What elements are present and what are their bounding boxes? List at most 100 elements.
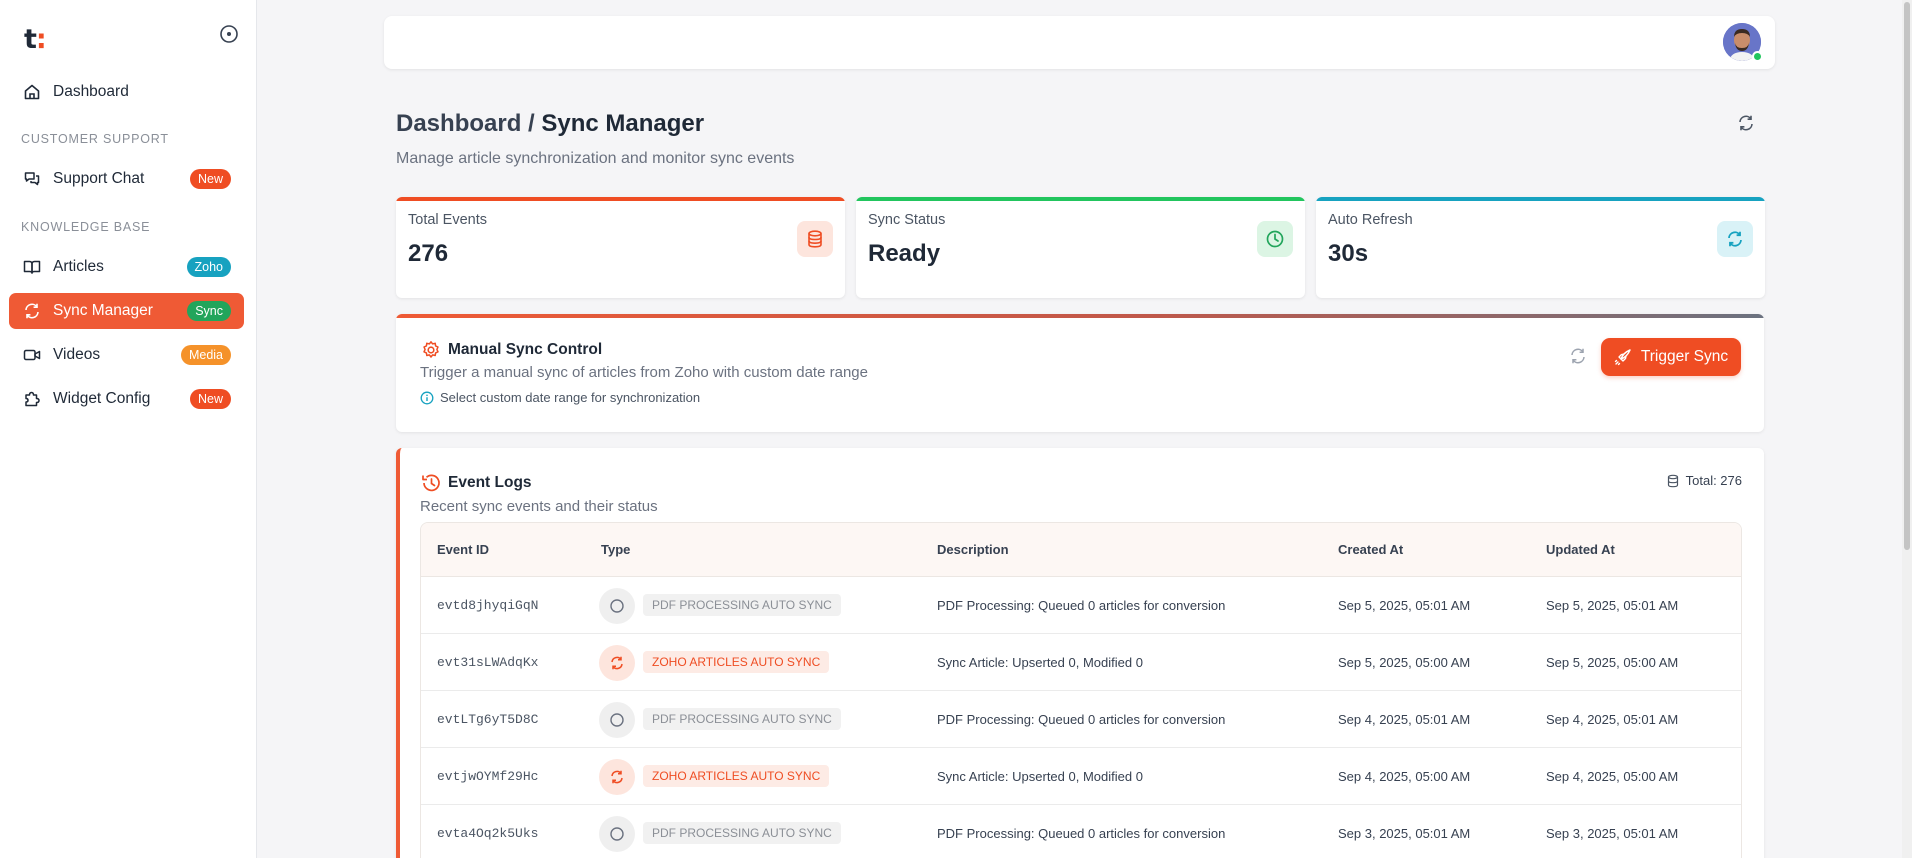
updated-at: Sep 5, 2025, 05:00 AM: [1546, 655, 1679, 670]
column-header[interactable]: Description: [937, 542, 1009, 557]
breadcrumb-current: Sync Manager: [541, 110, 705, 137]
sync-badge: Sync: [187, 301, 231, 321]
stat-card-total-events: Total Events 276: [396, 197, 845, 298]
sidebar-item-support-chat[interactable]: Support Chat New: [9, 161, 244, 197]
sidebar-item-label: Dashboard: [53, 83, 129, 100]
page-subtitle: Manage article synchronization and monit…: [396, 150, 795, 167]
breadcrumb-parent[interactable]: Dashboard /: [396, 110, 541, 137]
top-bar: [384, 16, 1775, 69]
video-icon: [22, 345, 42, 365]
sidebar-item-label: Widget Config: [53, 390, 151, 407]
event-id: evtd8jhyqiGqN: [437, 598, 539, 613]
sidebar-item-articles[interactable]: Articles Zoho: [9, 249, 244, 285]
updated-at: Sep 4, 2025, 05:00 AM: [1546, 769, 1679, 784]
updated-at: Sep 5, 2025, 05:01 AM: [1546, 598, 1679, 613]
sync-icon: [599, 645, 635, 681]
created-at: Sep 5, 2025, 05:00 AM: [1338, 655, 1471, 670]
column-header[interactable]: Created At: [1338, 542, 1403, 557]
event-logs-card: Event Logs Recent sync events and their …: [396, 448, 1764, 858]
sync-icon: [22, 301, 42, 321]
card-accent-bar: [1316, 197, 1765, 201]
sidebar-item-label: Videos: [53, 346, 101, 363]
type-tag: PDF PROCESSING AUTO SYNC: [643, 708, 841, 730]
pending-icon: [599, 588, 635, 624]
sidebar-item-videos[interactable]: Videos Media: [9, 337, 244, 373]
home-icon: [22, 82, 42, 102]
event-logs-description: Recent sync events and their status: [420, 498, 658, 515]
app-logo[interactable]: t:: [24, 24, 47, 55]
manual-sync-description: Trigger a manual sync of articles from Z…: [420, 364, 868, 381]
sidebar-item-dashboard[interactable]: Dashboard: [9, 74, 244, 110]
stat-value: 30s: [1328, 240, 1369, 267]
collapse-sidebar-icon[interactable]: [219, 24, 239, 44]
stat-card-sync-status: Sync Status Ready: [856, 197, 1305, 298]
card-accent-bar: [396, 197, 845, 201]
table-row[interactable]: evt31sLWAdqKx ZOHO ARTICLES AUTO SYNC Sy…: [421, 634, 1741, 691]
table-header: Event ID Type Description Created At Upd…: [421, 523, 1741, 577]
updated-at: Sep 4, 2025, 05:01 AM: [1546, 712, 1679, 727]
event-logs-title: Event Logs: [420, 472, 532, 494]
manual-sync-title: Manual Sync Control: [420, 339, 602, 361]
manual-sync-hint: Select custom date range for synchroniza…: [420, 390, 700, 405]
zoho-badge: Zoho: [186, 257, 231, 277]
media-badge: Media: [180, 345, 231, 365]
type-tag: PDF PROCESSING AUTO SYNC: [643, 594, 841, 616]
pending-icon: [599, 702, 635, 738]
column-header[interactable]: Event ID: [437, 542, 489, 557]
event-description: PDF Processing: Queued 0 articles for co…: [937, 826, 1226, 841]
database-icon: [1666, 474, 1680, 488]
stat-card-auto-refresh: Auto Refresh 30s: [1316, 197, 1765, 298]
table-row[interactable]: evta4Oq2k5Uks PDF PROCESSING AUTO SYNC P…: [421, 805, 1741, 858]
sidebar: t: Dashboard CUSTOMER SUPPORT Support Ch…: [0, 0, 257, 858]
event-description: PDF Processing: Queued 0 articles for co…: [937, 712, 1226, 727]
section-customer-support: CUSTOMER SUPPORT: [21, 132, 169, 146]
table-row[interactable]: evtd8jhyqiGqN PDF PROCESSING AUTO SYNC P…: [421, 577, 1741, 634]
table-row[interactable]: evtjwOYMf29Hc ZOHO ARTICLES AUTO SYNC Sy…: [421, 748, 1741, 805]
event-id: evtjwOYMf29Hc: [437, 769, 539, 784]
event-description: Sync Article: Upserted 0, Modified 0: [937, 655, 1143, 670]
event-id: evta4Oq2k5Uks: [437, 826, 539, 841]
stat-value: 276: [408, 240, 449, 267]
card-accent-bar: [856, 197, 1305, 201]
card-accent-bar: [396, 314, 1764, 318]
page-title: Dashboard / Sync Manager: [396, 110, 704, 138]
event-description: PDF Processing: Queued 0 articles for co…: [937, 598, 1226, 613]
event-id: evtLTg6yT5D8C: [437, 712, 539, 727]
created-at: Sep 3, 2025, 05:01 AM: [1338, 826, 1471, 841]
book-icon: [22, 257, 42, 277]
history-icon: [420, 472, 442, 494]
sidebar-item-sync-manager[interactable]: Sync Manager Sync: [9, 293, 244, 329]
column-header[interactable]: Type: [601, 542, 630, 557]
type-tag: PDF PROCESSING AUTO SYNC: [643, 822, 841, 844]
page-scrollbar[interactable]: [1902, 0, 1912, 858]
chat-icon: [22, 169, 42, 189]
reset-icon[interactable]: [1568, 346, 1588, 366]
sidebar-item-widget-config[interactable]: Widget Config New: [9, 381, 244, 417]
new-badge: New: [189, 169, 231, 189]
refresh-icon: [1717, 221, 1753, 257]
sidebar-item-label: Support Chat: [53, 170, 145, 187]
database-icon: [797, 221, 833, 257]
section-knowledge-base: KNOWLEDGE BASE: [21, 220, 151, 234]
rocket-icon: [1614, 348, 1632, 366]
manual-sync-card: Manual Sync Control Trigger a manual syn…: [396, 314, 1764, 432]
table-row[interactable]: evtLTg6yT5D8C PDF PROCESSING AUTO SYNC P…: [421, 691, 1741, 748]
type-tag: ZOHO ARTICLES AUTO SYNC: [643, 765, 830, 787]
gear-icon: [420, 339, 442, 361]
puzzle-icon: [22, 389, 42, 409]
info-icon: [420, 391, 434, 405]
scrollbar-thumb[interactable]: [1904, 2, 1910, 550]
new-badge: New: [189, 389, 231, 409]
column-header[interactable]: Updated At: [1546, 542, 1615, 557]
event-id: evt31sLWAdqKx: [437, 655, 539, 670]
trigger-sync-button[interactable]: Trigger Sync: [1601, 338, 1741, 376]
online-status-dot: [1752, 51, 1763, 62]
event-description: Sync Article: Upserted 0, Modified 0: [937, 769, 1143, 784]
updated-at: Sep 3, 2025, 05:01 AM: [1546, 826, 1679, 841]
created-at: Sep 5, 2025, 05:01 AM: [1338, 598, 1471, 613]
created-at: Sep 4, 2025, 05:00 AM: [1338, 769, 1471, 784]
sidebar-item-label: Articles: [53, 258, 104, 275]
refresh-icon[interactable]: [1736, 113, 1756, 133]
clock-icon: [1257, 221, 1293, 257]
created-at: Sep 4, 2025, 05:01 AM: [1338, 712, 1471, 727]
